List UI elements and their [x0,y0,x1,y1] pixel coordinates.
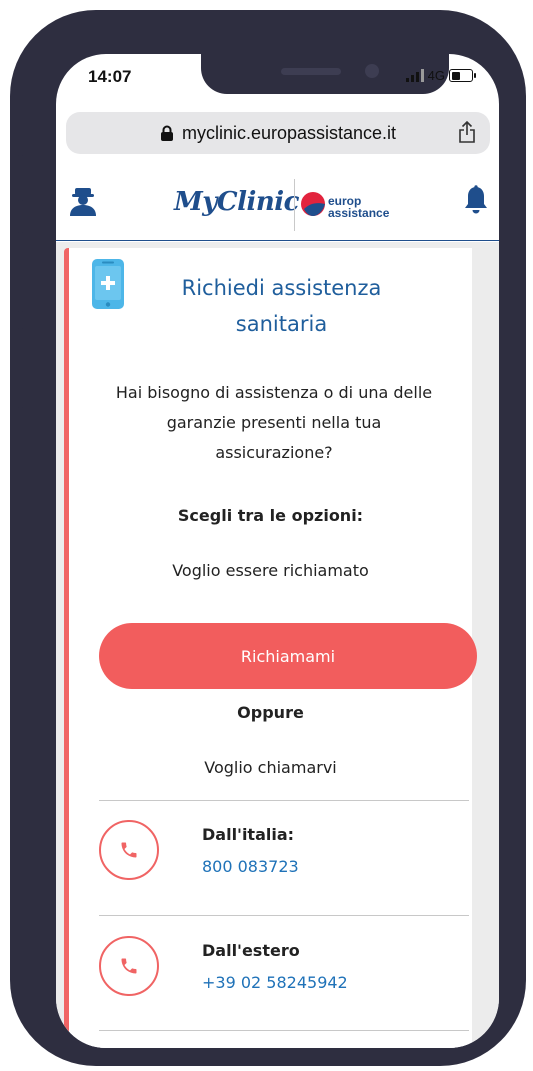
contact-number-link[interactable]: +39 02 58245942 [202,973,348,992]
network-type: 4G [427,68,445,83]
bell-icon[interactable] [464,185,488,215]
choose-label: Scegli tra le opzioni: [177,506,364,525]
phone-icon [121,842,137,858]
call-us-text: Voglio chiamarvi [204,758,337,777]
contact-number-link[interactable]: 800 083723 [202,857,299,876]
signal-icon [405,69,424,82]
callback-text: Voglio essere richiamato [172,561,369,580]
divider [99,1030,469,1031]
lock-icon [160,125,173,141]
volume-down-button [16,328,25,408]
volume-up-button [16,232,25,312]
phone-call-button[interactable] [99,820,159,880]
share-icon[interactable] [458,121,476,143]
europ-assistance-mark-icon [301,192,325,216]
phone-frame: 14:07 4G myclinic.europassistance.it MyC… [10,10,526,1066]
card-title: Richiedi assistenza sanitaria [181,276,382,336]
divider [99,800,469,801]
intro-text: Hai bisogno di assistenza o di una delle… [115,383,433,462]
screen: 14:07 4G myclinic.europassistance.it MyC… [56,54,499,1048]
contact-label: Dall'estero [202,941,300,960]
url-text: myclinic.europassistance.it [181,122,397,143]
europ-assistance-logo: europ assistance [300,185,389,229]
or-label: Oppure [237,703,304,722]
myclinic-logo: MyClinic [174,187,299,217]
partner-line-2: assistance [328,206,390,220]
profile-icon[interactable] [68,184,98,216]
phone-call-button[interactable] [99,936,159,996]
battery-icon [449,69,476,82]
logo-divider [294,179,295,231]
divider [99,915,469,916]
content-area: Richiedi assistenza sanitaria Hai bisogn… [56,242,499,1048]
phone-icon [121,958,137,974]
contact-italy[interactable]: Dall'italia: 800 083723 [99,820,469,930]
status-indicators: 4G [405,68,476,83]
richiamami-button[interactable]: Richiamami [99,623,477,689]
url-bar[interactable]: myclinic.europassistance.it [66,112,490,154]
speaker [281,68,341,75]
mobile-medical-icon [92,259,124,309]
contact-label: Dall'italia: [202,825,295,844]
front-camera [365,64,379,78]
assistance-card: Richiedi assistenza sanitaria Hai bisogn… [64,248,477,1048]
europ-assistance-text: europ assistance [328,195,389,219]
app-header: MyClinic europ assistance [56,166,499,241]
mute-switch [16,155,25,201]
status-time: 14:07 [88,67,132,86]
